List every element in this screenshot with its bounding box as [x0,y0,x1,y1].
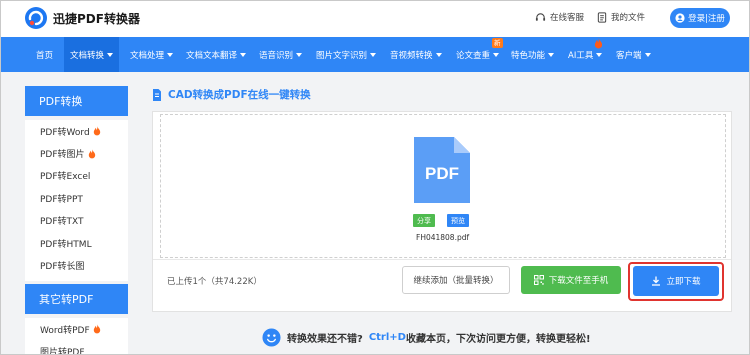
nav-label: 论文查重 [456,50,491,61]
promo-text-2: 收藏本页，下次访问更方便，转换更轻松! [405,334,591,345]
add-more-label: 继续添加（批量转换） [413,276,499,286]
nav-item-home[interactable]: 首页 [36,37,53,72]
sidebar-item-label: PDF转HTML [40,239,92,250]
chevron-down-icon [370,52,377,57]
chevron-down-icon [596,52,603,57]
sidebar-item-label: PDF转Word [40,127,90,138]
fire-icon [93,324,100,334]
download-to-phone-label: 下载文件至手机 [548,276,609,286]
chevron-down-icon [167,52,174,57]
sidebar-item-word-to-pdf[interactable]: Word转PDF [25,318,128,340]
sidebar-item-label: PDF转Excel [40,172,91,183]
page-title: CAD转换成PDF在线一键转换 [152,87,311,102]
nav-item-translate[interactable]: 文档文本翻译 [186,37,247,72]
download-now-label: 立即下载 [666,277,701,287]
sidebar-item-pdf-to-txt[interactable]: PDF转TXT [25,210,128,232]
fire-icon [93,126,100,136]
smiley-icon [262,328,281,347]
brand-name[interactable]: 迅捷PDF转换器 [53,10,140,27]
preview-button[interactable]: 预览 [447,214,469,227]
nav-item-media[interactable]: 音视频转换 [390,37,442,72]
page-title-text: CAD转换成PDF在线一键转换 [168,89,311,101]
nav-label: 语音识别 [259,50,294,61]
pdf-icon-label: PDF [425,164,459,183]
bookmark-promo: 转换效果还不错? Ctrl+D 收藏本页，下次访问更方便，转换更轻松! [262,328,591,347]
fire-icon [88,148,95,158]
sidebar-item-label: 图片转PDF [40,348,85,355]
chevron-down-icon [644,52,651,57]
chevron-down-icon [296,52,303,57]
sidebar-item-pdf-to-long-image[interactable]: PDF转长图 [25,254,128,276]
brand-logo-icon[interactable] [24,6,48,30]
sidebar-item-label: Word转PDF [40,325,90,336]
nav-item-client[interactable]: 客户端 [616,37,651,72]
file-name: FH041808.pdf [416,233,470,242]
promo-text-1: 转换效果还不错? [287,334,363,345]
nav-label: 音视频转换 [390,50,433,61]
my-files-link[interactable]: 我的文件 [597,11,645,23]
fire-icon [594,38,603,49]
sidebar-item-label: PDF转图片 [40,150,85,161]
nav-item-doc-process[interactable]: 文档处理 [130,37,174,72]
top-header: 迅捷PDF转换器 在线客服 我的文件 登录|注册 [0,0,750,37]
qr-code-icon [533,275,544,285]
chevron-down-icon [548,52,555,57]
panel-divider [153,259,731,260]
nav-label: 特色功能 [511,50,546,61]
nav-label: AI工具 [568,50,594,61]
my-files-label: 我的文件 [611,13,646,23]
sidebar-section-other-to-pdf[interactable]: 其它转PDF [25,284,128,314]
document-icon [597,11,607,23]
new-badge: 新 [492,38,503,48]
nav-item-ocr[interactable]: 图片文字识别 [316,37,377,72]
nav-item-speech[interactable]: 语音识别 [259,37,303,72]
customer-support-link[interactable]: 在线客服 [535,11,584,23]
preview-label: 预览 [451,216,465,225]
nav-label: 文档处理 [130,50,165,61]
headset-icon [535,12,546,21]
nav-label: 图片文字识别 [316,50,368,61]
support-label: 在线客服 [550,13,585,23]
download-to-phone-button[interactable]: 下载文件至手机 [521,266,621,294]
nav-item-doc-convert[interactable]: 文档转换 [64,37,120,72]
sidebar-item-pdf-to-image[interactable]: PDF转图片 [25,142,128,164]
sidebar-item-pdf-to-html[interactable]: PDF转HTML [25,232,128,254]
download-now-button[interactable]: 立即下载 [633,266,719,296]
nav-label: 文档转换 [70,50,105,61]
document-icon [153,88,161,101]
chevron-down-icon [240,52,247,57]
share-label: 分享 [417,216,431,225]
add-more-files-button[interactable]: 继续添加（批量转换） [402,266,510,294]
sidebar-list-pdf-convert: PDF转Word PDF转图片 PDF转Excel PDF转PPT PDF转TX… [25,120,128,281]
chevron-down-icon [493,52,500,57]
sidebar-section-title: 其它转PDF [39,293,94,306]
nav-label: 首页 [36,50,54,61]
login-register-button[interactable]: 登录|注册 [670,8,730,28]
sidebar-item-label: PDF转长图 [40,262,85,273]
main-nav: 首页 文档转换 文档处理 文档文本翻译 语音识别 图片文字识别 音视频转换 论文… [0,37,750,72]
login-label: 登录|注册 [688,14,725,24]
sidebar-list-other-to-pdf: Word转PDF 图片转PDF [25,318,128,355]
promo-shortcut: Ctrl+D [368,332,406,343]
sidebar-item-pdf-to-ppt[interactable]: PDF转PPT [25,187,128,209]
chevron-down-icon [435,52,442,57]
nav-label: 文档文本翻译 [186,50,238,61]
pdf-file-icon[interactable]: PDF [414,137,470,203]
sidebar-item-pdf-to-excel[interactable]: PDF转Excel [25,165,128,187]
sidebar-item-pdf-to-word[interactable]: PDF转Word [25,120,128,142]
nav-label: 客户端 [616,50,642,61]
share-button[interactable]: 分享 [413,214,435,227]
upload-status: 已上传1个（共74.22K） [167,277,262,287]
sidebar-section-title: PDF转换 [39,95,83,108]
sidebar-item-label: PDF转TXT [40,217,84,228]
chevron-down-icon [107,52,114,57]
user-icon [675,13,685,23]
download-icon [652,276,661,286]
sidebar-item-image-to-pdf[interactable]: 图片转PDF [25,340,128,355]
nav-item-features[interactable]: 特色功能 [511,37,555,72]
sidebar-item-label: PDF转PPT [40,194,83,205]
sidebar-section-pdf-convert[interactable]: PDF转换 [25,86,128,116]
